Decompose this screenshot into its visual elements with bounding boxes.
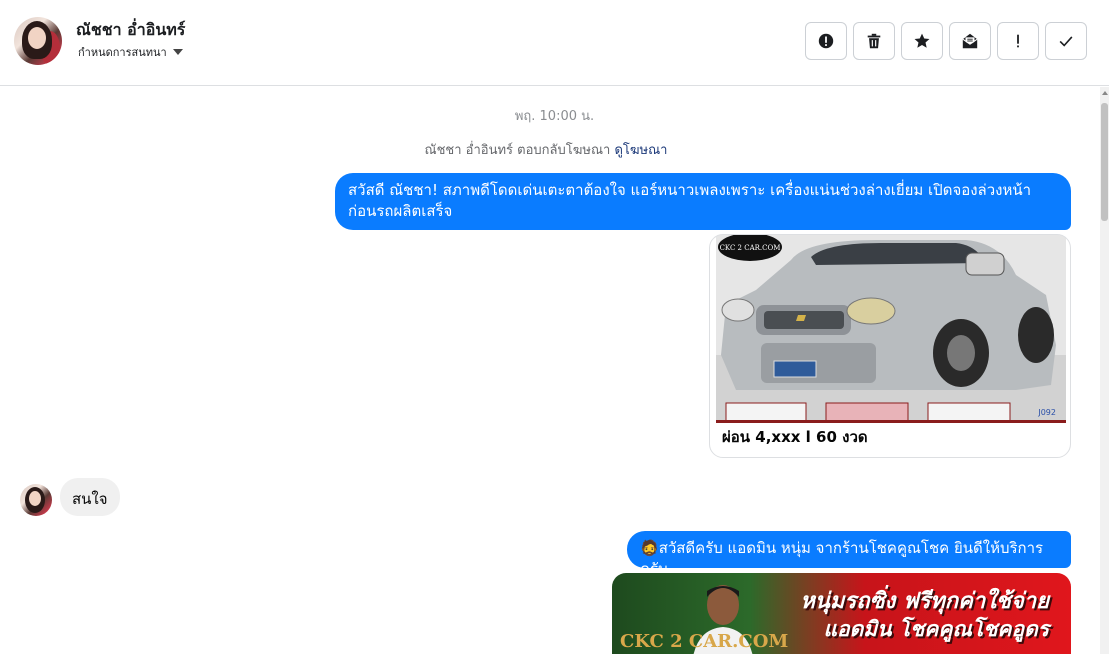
conversation-header: ณัชชา อ่ำอินทร์ กำหนดการสนทนา (0, 0, 1109, 86)
incoming-message[interactable]: สนใจ (60, 478, 120, 516)
ad-card-caption: ผ่อน 4,xxx l 60 งวด (722, 428, 868, 446)
car-photo[interactable]: CKC 2 CAR.COM J092 (716, 235, 1066, 423)
ad-reply-note: ณัชชา อ่ำอินทร์ ตอบกลับโฆษณา ดูโฆษณา (0, 139, 1092, 160)
delete-button[interactable] (853, 22, 895, 60)
assign-label: กำหนดการสนทนา (78, 46, 167, 59)
banner-subline: แอดมิน โชคคูณโชคอูดร (823, 617, 1049, 641)
car-code-label: J092 (1037, 408, 1056, 417)
vertical-scrollbar[interactable] (1100, 87, 1109, 654)
contact-name[interactable]: ณัชชา อ่ำอินทร์ (76, 18, 185, 43)
contact-avatar[interactable] (14, 17, 62, 65)
car-photo-logo: CKC 2 CAR.COM (720, 244, 781, 252)
outgoing-message-greeting[interactable]: 🧔สวัสดีครับ แอดมิน หนุ่ม จากร้านโชคคูณโช… (627, 531, 1071, 578)
scroll-up-icon[interactable] (1102, 91, 1108, 95)
pickup-truck-image: CKC 2 CAR.COM J092 (716, 235, 1066, 420)
spam-button[interactable] (997, 22, 1039, 60)
report-button[interactable] (805, 22, 847, 60)
view-ad-link[interactable]: ดูโฆษณา (614, 143, 667, 158)
exclamation-icon (1017, 34, 1019, 48)
mark-unread-button[interactable] (949, 22, 991, 60)
inbox-conversation-view: ณัชชา อ่ำอินทร์ กำหนดการสนทนา พฤ. 10:00 … (0, 0, 1109, 654)
assign-conversation-dropdown[interactable]: กำหนดการสนทนา (78, 43, 183, 61)
message-thread[interactable]: พฤ. 10:00 น. ณัชชา อ่ำอินทร์ ตอบกลับโฆษณ… (0, 87, 1100, 654)
check-icon (1059, 36, 1073, 47)
ad-card[interactable]: CKC 2 CAR.COM J092 ผ่อน 4,xxx l 60 งวด (709, 234, 1071, 458)
star-button[interactable] (901, 22, 943, 60)
ad-reply-text: ณัชชา อ่ำอินทร์ ตอบกลับโฆษณา (424, 143, 611, 158)
man-emoji-icon: 🧔 (640, 539, 659, 557)
header-actions (805, 22, 1087, 60)
scrollbar-thumb[interactable] (1101, 103, 1108, 221)
promo-banner-image[interactable]: หนุ่มรถซิ่ง ฟรีทุกค่าใช้จ่าย แอดมิน โชคค… (612, 573, 1071, 654)
done-button[interactable] (1045, 22, 1087, 60)
star-icon (914, 33, 930, 48)
contact-avatar-small[interactable] (20, 484, 52, 516)
message-timestamp: พฤ. 10:00 น. (514, 109, 595, 124)
exclamation-circle-icon (818, 33, 834, 49)
outgoing-message[interactable]: สวัสดี ณัชชา! สภาพดีโดดเด่นเตะตาต้องใจ แ… (335, 173, 1071, 230)
trash-icon (867, 33, 881, 49)
banner-logo: CKC 2 CAR.COM (620, 631, 789, 652)
envelope-open-icon (962, 33, 978, 49)
caret-down-icon (172, 49, 183, 55)
